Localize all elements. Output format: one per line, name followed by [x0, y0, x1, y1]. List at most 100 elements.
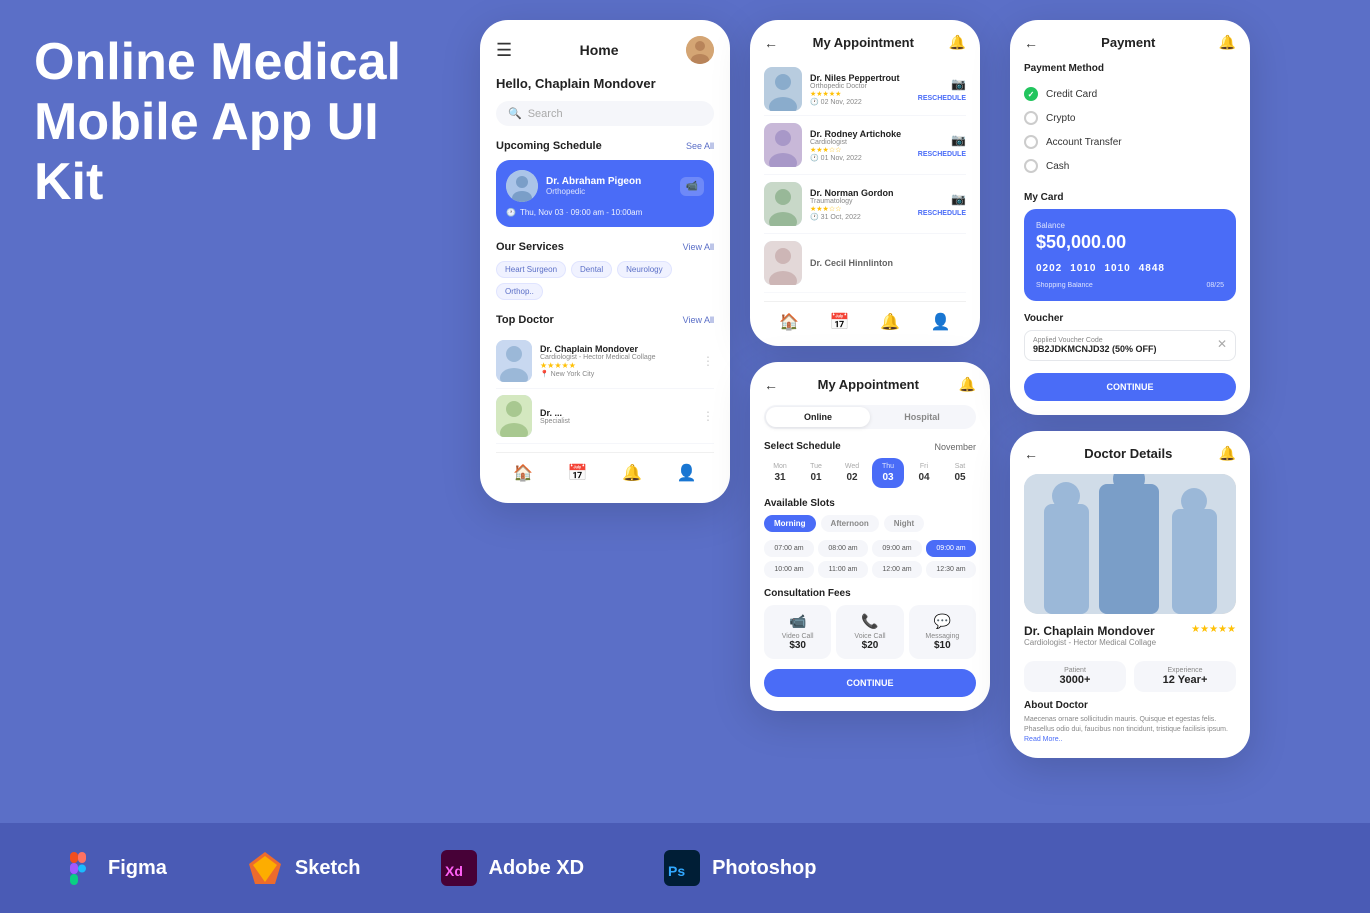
ps-item[interactable]: Ps Photoshop: [664, 850, 816, 886]
figma-item[interactable]: Figma: [60, 850, 167, 886]
appt-nav-bell[interactable]: 🔔: [880, 312, 900, 332]
doctor-details-screen: ← Doctor Details 🔔: [1010, 431, 1250, 758]
time-slot-6[interactable]: 12:00 am: [872, 561, 922, 578]
toggle-online[interactable]: Online: [766, 407, 870, 427]
slot-afternoon[interactable]: Afternoon: [821, 515, 879, 532]
doctor-details-notif-icon[interactable]: 🔔: [1219, 445, 1236, 462]
payment-header: ← Payment 🔔: [1024, 34, 1236, 51]
appt-actions-0: 📷 RESCHEDULE: [918, 77, 966, 102]
see-all-doctors[interactable]: View All: [683, 315, 714, 325]
schedule-doctor-row: Dr. Abraham Pigeon Orthopedic 📹: [506, 170, 704, 202]
cal-day-1[interactable]: Tue 01: [800, 458, 832, 488]
payment-notif-icon[interactable]: 🔔: [1219, 34, 1236, 51]
camera-icon-1[interactable]: 📷: [951, 133, 966, 147]
doctor-specialty-2: Specialist: [540, 418, 694, 425]
appt-item-2[interactable]: Dr. Norman Gordon Traumatology ★★★☆☆ 🕐 3…: [764, 175, 966, 234]
chip-dental[interactable]: Dental: [571, 261, 612, 278]
menu-icon[interactable]: ☰: [496, 40, 512, 61]
nav-bell-icon[interactable]: 🔔: [622, 463, 642, 483]
time-slot-1[interactable]: 08:00 am: [818, 540, 868, 557]
fee-voice[interactable]: 📞 Voice Call $20: [836, 605, 903, 659]
payment-cash[interactable]: Cash: [1024, 154, 1236, 178]
appt-name-1: Dr. Rodney Artichoke: [810, 129, 910, 139]
voucher-clear-btn[interactable]: ✕: [1217, 337, 1227, 351]
voucher-input[interactable]: Applied Voucher Code 9B2JDKMCNJD32 (50% …: [1024, 330, 1236, 361]
nav-profile-icon[interactable]: 👤: [677, 463, 697, 483]
xd-item[interactable]: Xd Adobe XD: [441, 850, 585, 886]
search-icon: 🔍: [508, 107, 522, 120]
fee-msg[interactable]: 💬 Messaging $10: [909, 605, 976, 659]
fee-video[interactable]: 📹 Video Call $30: [764, 605, 831, 659]
cal-day-0[interactable]: Mon 31: [764, 458, 796, 488]
more-options-icon-2[interactable]: ⋮: [702, 409, 714, 423]
home-screen: ☰ Home Hello, Chaplain Mondover 🔍 Search: [480, 20, 730, 503]
cal-day-5[interactable]: Sat 05: [944, 458, 976, 488]
schedule-card[interactable]: Dr. Abraham Pigeon Orthopedic 📹 🕐 Thu, N…: [496, 160, 714, 227]
search-bar[interactable]: 🔍 Search: [496, 101, 714, 126]
payment-credit-card[interactable]: Credit Card: [1024, 82, 1236, 106]
appt-nav-home[interactable]: 🏠: [779, 312, 799, 332]
time-slot-0[interactable]: 07:00 am: [764, 540, 814, 557]
time-slot-2[interactable]: 09:00 am: [872, 540, 922, 557]
appt-back-btn[interactable]: ←: [764, 35, 778, 51]
time-slot-4[interactable]: 10:00 am: [764, 561, 814, 578]
appt-item-1[interactable]: Dr. Rodney Artichoke Cardiologist ★★★☆☆ …: [764, 116, 966, 175]
see-all-services[interactable]: View All: [683, 242, 714, 252]
cal-day-3[interactable]: Thu 03: [872, 458, 904, 488]
chip-heart[interactable]: Heart Surgeon: [496, 261, 566, 278]
doctor-detail-header: Dr. Chaplain Mondover Cardiologist - Hec…: [1024, 624, 1236, 653]
slot-morning[interactable]: Morning: [764, 515, 816, 532]
appt-item-3[interactable]: Dr. Cecil Hinnlinton: [764, 234, 966, 293]
payment-back-btn[interactable]: ←: [1024, 35, 1038, 51]
nav-home-icon[interactable]: 🏠: [513, 463, 533, 483]
chip-neuro[interactable]: Neurology: [617, 261, 671, 278]
appt-nav-profile[interactable]: 👤: [931, 312, 951, 332]
col-payment: ← Payment 🔔 Payment Method Credit Card C…: [1010, 20, 1250, 758]
time-slot-3[interactable]: 09:00 am: [926, 540, 976, 557]
crypto-label: Crypto: [1046, 113, 1075, 124]
chip-ortho[interactable]: Orthop..: [496, 283, 543, 300]
time-slot-7[interactable]: 12:30 am: [926, 561, 976, 578]
my-appt-continue-btn[interactable]: CONTINUE: [764, 669, 976, 697]
reschedule-btn-1[interactable]: RESCHEDULE: [918, 151, 966, 158]
camera-icon-2[interactable]: 📷: [951, 192, 966, 206]
voucher-label: Voucher: [1024, 313, 1236, 324]
slot-night[interactable]: Night: [884, 515, 924, 532]
cal-day-2[interactable]: Wed 02: [836, 458, 868, 488]
fee-video-amount: $30: [768, 640, 827, 651]
see-all-upcoming[interactable]: See All: [686, 141, 714, 151]
time-grid: 07:00 am 08:00 am 09:00 am 09:00 am 10:0…: [764, 540, 976, 578]
appt-nav-calendar[interactable]: 📅: [830, 312, 850, 332]
voucher-section: Voucher Applied Voucher Code 9B2JDKMCNJD…: [1024, 313, 1236, 361]
nav-calendar-icon[interactable]: 📅: [568, 463, 588, 483]
upcoming-section-header: Upcoming Schedule See All: [496, 140, 714, 152]
cal-day-4[interactable]: Fri 04: [908, 458, 940, 488]
toggle-hospital[interactable]: Hospital: [870, 407, 974, 427]
user-avatar[interactable]: [686, 36, 714, 64]
appt-info-1: Dr. Rodney Artichoke Cardiologist ★★★☆☆ …: [810, 129, 910, 162]
fee-voice-type: Voice Call: [840, 633, 899, 640]
reschedule-btn-2[interactable]: RESCHEDULE: [918, 210, 966, 217]
doctor-name: Dr. Chaplain Mondover: [540, 344, 694, 354]
appt-item-0[interactable]: Dr. Niles Peppertrout Orthopedic Doctor …: [764, 63, 966, 116]
payment-transfer[interactable]: Account Transfer: [1024, 130, 1236, 154]
video-call-icon[interactable]: 📹: [680, 177, 704, 196]
camera-icon-0[interactable]: 📷: [951, 77, 966, 91]
read-more-link[interactable]: Read More..: [1024, 736, 1063, 743]
doctor-details-back-btn[interactable]: ←: [1024, 446, 1038, 462]
appt-notif-icon[interactable]: 🔔: [949, 34, 966, 51]
top-doctor-card[interactable]: Dr. Chaplain Mondover Cardiologist - Hec…: [496, 334, 714, 389]
top-doctor-card-2[interactable]: Dr. ... Specialist ⋮: [496, 389, 714, 444]
my-appt-notif-icon[interactable]: 🔔: [959, 376, 976, 393]
stat-experience-label: Experience: [1140, 667, 1230, 674]
more-options-icon[interactable]: ⋮: [702, 354, 714, 368]
time-slot-5[interactable]: 11:00 am: [818, 561, 868, 578]
payment-crypto[interactable]: Crypto: [1024, 106, 1236, 130]
sketch-item[interactable]: Sketch: [247, 850, 361, 886]
my-appt-back-btn[interactable]: ←: [764, 377, 778, 393]
appt-info-3: Dr. Cecil Hinnlinton: [810, 258, 966, 268]
voucher-info: Applied Voucher Code 9B2JDKMCNJD32 (50% …: [1033, 337, 1157, 354]
payment-continue-btn[interactable]: CONTINUE: [1024, 373, 1236, 401]
stat-patient: Patient 3000+: [1024, 661, 1126, 692]
reschedule-btn-0[interactable]: RESCHEDULE: [918, 95, 966, 102]
